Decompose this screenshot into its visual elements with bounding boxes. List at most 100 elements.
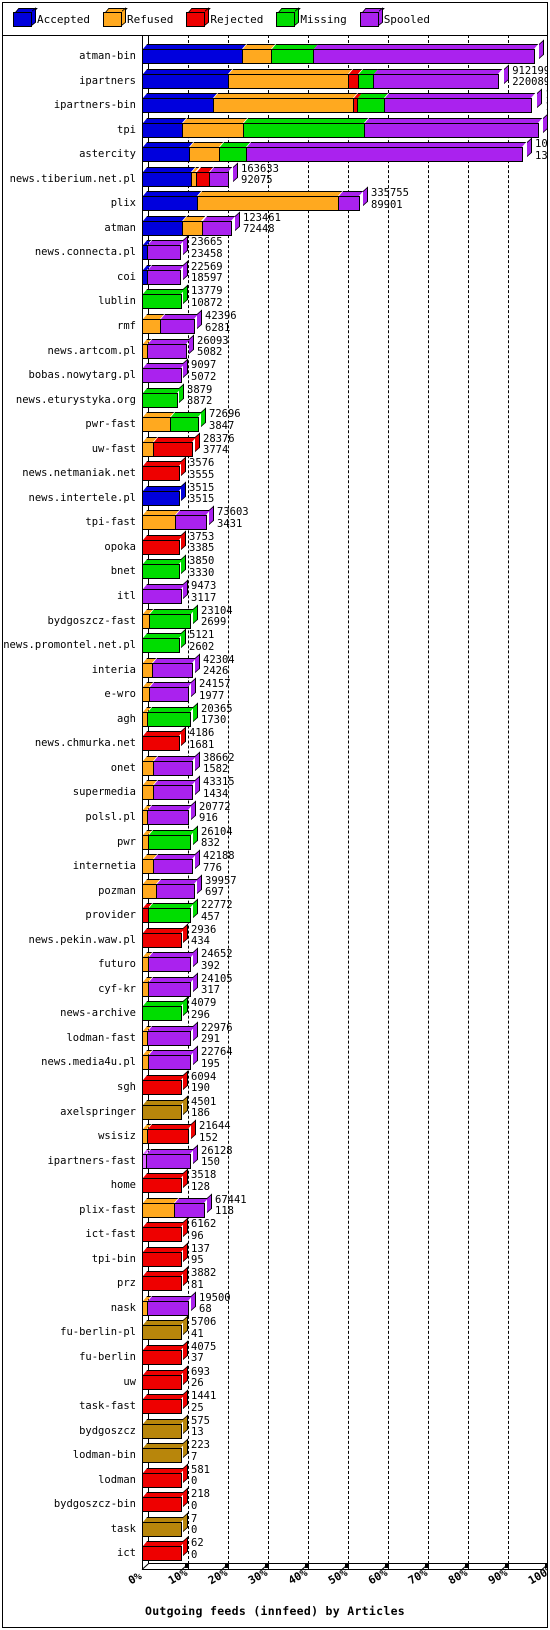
stacked-bar[interactable] [142,1242,188,1267]
stacked-bar[interactable] [142,800,196,825]
stacked-bar[interactable] [142,383,184,408]
stacked-bar[interactable] [142,334,194,359]
bar-3d-cap [193,702,198,722]
stacked-bar[interactable] [142,284,188,310]
bar-value-accepted: 10872 [191,296,223,309]
bar-container: 5121 2602 [142,628,547,655]
stacked-bar[interactable] [142,456,186,482]
stacked-bar[interactable] [142,1512,188,1537]
stacked-bar[interactable] [142,604,198,629]
stacked-bar[interactable] [142,1193,212,1218]
stacked-bar[interactable] [142,260,188,285]
legend-item-accepted: Accepted [13,6,90,27]
bar-3d-cap [183,284,188,305]
stacked-bar[interactable] [142,1365,188,1390]
stacked-bar[interactable] [142,309,202,335]
stacked-bar[interactable] [142,972,198,997]
bar-row: bydgoszcz-bin 218 0 [3,1487,547,1514]
stacked-bar[interactable] [142,849,200,875]
stacked-bar[interactable] [142,505,214,531]
bar-value-labels: 21644 152 [199,1121,231,1144]
stacked-bar[interactable] [142,824,198,850]
stacked-bar[interactable] [142,898,198,924]
bar-segment-rejected [142,1246,186,1267]
stacked-bar[interactable] [142,1168,188,1194]
stacked-bar[interactable] [142,358,188,384]
legend-swatch-rejected-icon [186,6,212,27]
bar-row-label: coi [117,270,136,283]
bar-container: 163633 92075 [142,162,547,189]
bar-value-labels: 693 26 [191,1366,210,1390]
stacked-bar[interactable] [142,1045,198,1071]
stacked-bar[interactable] [142,1487,188,1513]
bar-segment-spooled [153,854,197,875]
stacked-bar[interactable] [142,677,196,703]
stacked-bar[interactable] [142,211,240,236]
bar-segment-accepted [142,142,194,163]
stacked-bar[interactable] [142,702,198,727]
stacked-bar[interactable] [142,751,200,776]
stacked-bar[interactable] [142,530,186,555]
bar-3d-cap [183,358,188,379]
bar-segment-rejected [142,461,184,482]
stacked-bar[interactable] [142,64,510,89]
stacked-bar[interactable] [142,137,532,163]
bar-segment-rejected [142,1467,186,1488]
stacked-bar[interactable] [142,186,368,212]
stacked-bar[interactable] [142,432,200,457]
stacked-bar[interactable] [142,775,200,801]
stacked-bar[interactable] [142,481,186,506]
bar-value-labels: 20772 916 [199,801,231,825]
stacked-bar[interactable] [142,1021,198,1046]
bar-container: 39957 697 [142,874,547,901]
stacked-bar[interactable] [142,947,198,973]
stacked-bar[interactable] [142,1144,198,1169]
stacked-bar[interactable] [142,162,238,187]
stacked-bar[interactable] [142,1340,188,1365]
stacked-bar[interactable] [142,1119,196,1145]
stacked-bar[interactable] [142,39,544,64]
bar-value-accepted: 0 [191,1524,198,1537]
stacked-bar[interactable] [142,235,188,261]
bar-container: 42396 6281 [142,309,547,336]
bar-row: news-archive 4079 296 [3,996,547,1023]
stacked-bar[interactable] [142,1070,188,1095]
bar-value-accepted: 457 [201,910,220,923]
legend-swatch-spooled-icon [359,6,385,27]
stacked-bar[interactable] [142,1291,196,1316]
bar-row: ict 62 0 [3,1536,547,1563]
bar-value-accepted: 434 [191,935,210,948]
bar-row: atman 123461 72448 [3,211,547,238]
bar-3d-cap [543,113,547,133]
stacked-bar[interactable] [142,874,202,899]
bar-row: onet 38662 1582 [3,751,547,778]
stacked-bar[interactable] [142,1217,188,1243]
bar-container: 72696 3847 [142,407,547,434]
stacked-bar[interactable] [142,996,188,1022]
stacked-bar[interactable] [142,554,186,580]
stacked-bar[interactable] [142,1095,188,1120]
stacked-bar[interactable] [142,726,186,752]
stacked-bar[interactable] [142,1315,188,1341]
stacked-bar[interactable] [142,1389,188,1415]
bar-3d-cap [181,481,186,501]
stacked-bar[interactable] [142,923,188,948]
stacked-bar[interactable] [142,113,547,138]
bar-segment-refused_dark [142,1320,186,1341]
bar-row-label: ipartners-bin [53,99,136,112]
bar-row-label: lodman-bin [72,1449,136,1462]
stacked-bar[interactable] [142,1438,188,1464]
stacked-bar[interactable] [142,1536,188,1562]
stacked-bar[interactable] [142,628,186,654]
stacked-bar[interactable] [142,1266,188,1292]
stacked-bar[interactable] [142,1414,188,1439]
stacked-bar[interactable] [142,653,200,678]
bar-3d-cap [183,1095,188,1115]
stacked-bar[interactable] [142,1463,188,1488]
bar-row: news.pekin.waw.pl 2936 434 [3,923,547,950]
stacked-bar[interactable] [142,88,543,114]
stacked-bar[interactable] [142,407,206,433]
bar-row-label: itl [117,590,136,603]
bar-value-offered: 72696 [209,408,241,421]
stacked-bar[interactable] [142,579,188,605]
